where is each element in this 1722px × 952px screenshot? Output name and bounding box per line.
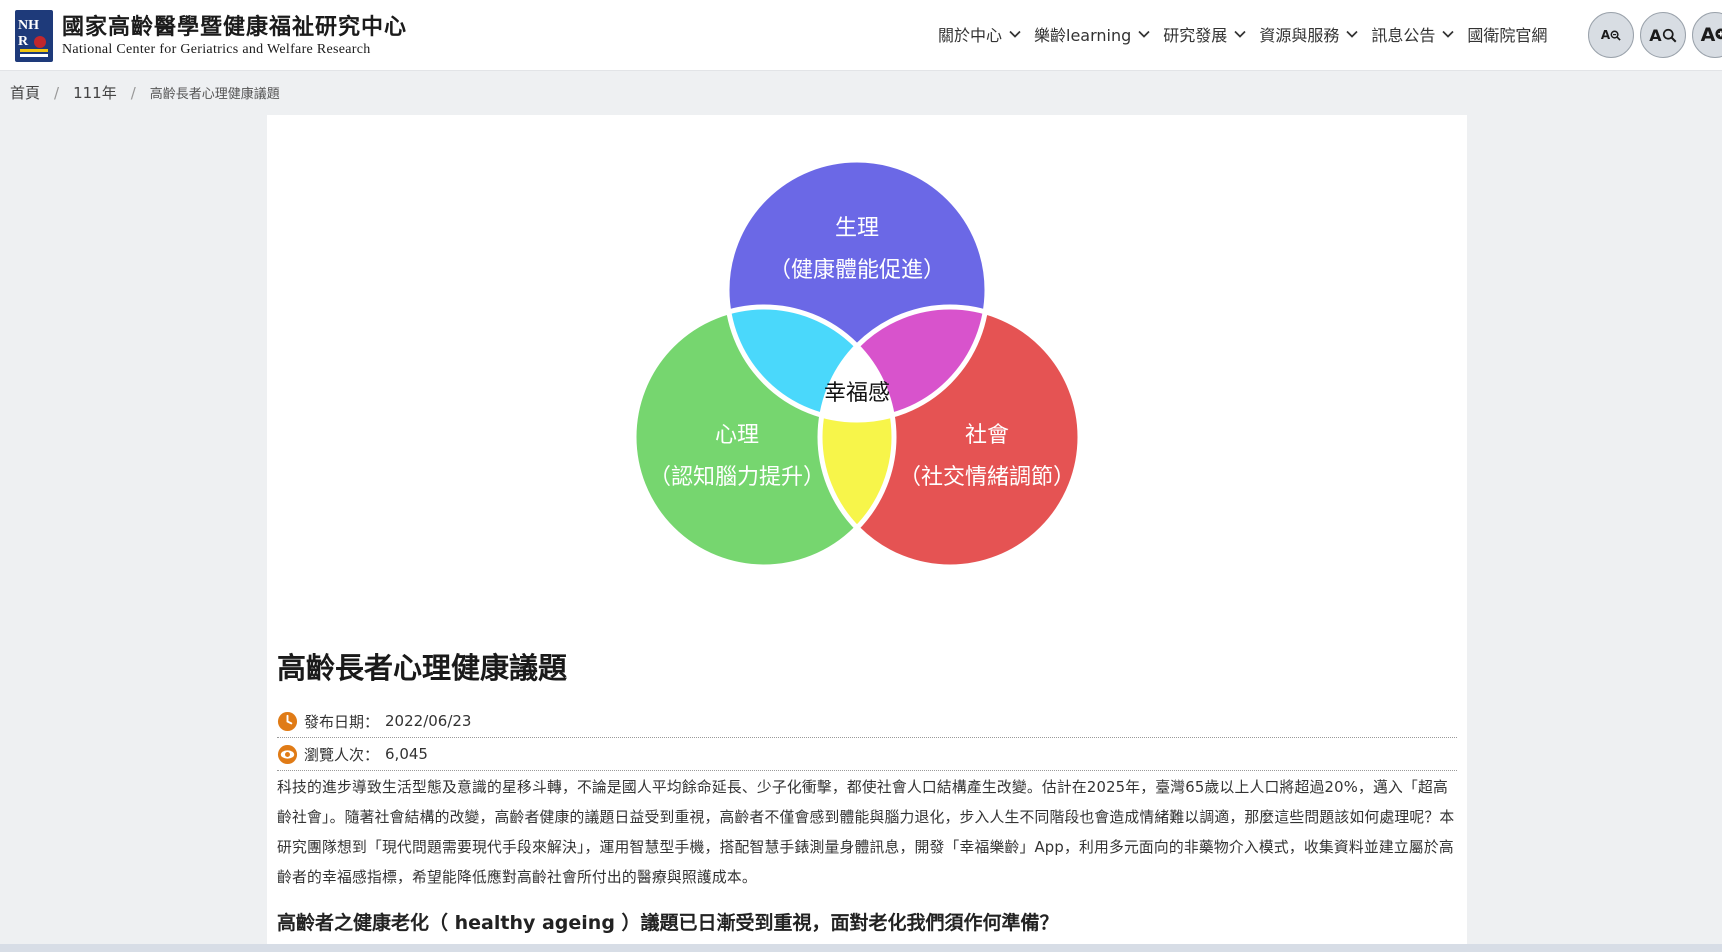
venn-label-mental: 心理 — [715, 423, 759, 448]
article-card: 生理 （健康體能促進） 心理 （認知腦力提升） 社會 （社交情緒調節） 幸福感 … — [267, 115, 1467, 952]
logo-title-cn: 國家高齡醫學暨健康福祉研究中心 — [62, 13, 408, 40]
chevron-down-icon — [1346, 30, 1358, 38]
svg-text:R: R — [18, 34, 29, 49]
breadcrumb-year[interactable]: 111年 — [73, 82, 117, 103]
chevron-down-icon — [1138, 30, 1150, 38]
nav-label: 關於中心 — [938, 26, 1003, 45]
venn-label-wellbeing: 幸福感 — [824, 381, 890, 406]
view-count-value: 6,045 — [385, 745, 428, 763]
venn-label-social: 社會 — [965, 423, 1009, 448]
nav-label: 樂齡learning — [1034, 26, 1132, 45]
nav-item-resources[interactable]: 資源與服務 — [1259, 22, 1359, 46]
venn-diagram: 生理 （健康體能促進） 心理 （認知腦力提升） 社會 （社交情緒調節） 幸福感 — [631, 157, 1083, 570]
view-count-label: 瀏覽人次： — [304, 745, 380, 764]
nav-label: 研究發展 — [1163, 26, 1228, 45]
nav-label: 訊息公告 — [1371, 26, 1436, 45]
nav-item-about[interactable]: 關於中心 — [938, 22, 1022, 46]
search-icon — [1662, 28, 1677, 42]
site-header: NH R 國家高齡醫學暨健康福祉研究中心 National Center for… — [0, 0, 1722, 71]
font-btn-label: A — [1600, 28, 1611, 42]
venn-sublabel-physical: （健康體能促進） — [769, 258, 945, 283]
font-btn-label: A — [1700, 24, 1716, 46]
zoom-in-icon — [1715, 28, 1722, 40]
publish-date-row: 發布日期： 2022/06/23 — [277, 705, 1457, 738]
font-size-small-button[interactable]: A — [1588, 12, 1634, 58]
venn-sublabel-mental: （認知腦力提升） — [649, 465, 825, 490]
chevron-down-icon — [1442, 30, 1454, 38]
nav-item-nhri[interactable]: 國衛院官網 — [1467, 22, 1547, 46]
publish-date-label: 發布日期： — [304, 712, 380, 731]
breadcrumb-separator: / — [130, 83, 136, 102]
breadcrumb: 首頁 / 111年 / 高齡長者心理健康議題 — [10, 82, 280, 103]
svg-text:NH: NH — [18, 18, 39, 33]
nav-label: 國衛院官網 — [1467, 26, 1548, 45]
nav-item-research[interactable]: 研究發展 — [1163, 22, 1247, 46]
clock-icon — [277, 711, 298, 731]
font-size-large-button[interactable]: A — [1692, 12, 1722, 58]
nav-label: 資源與服務 — [1259, 26, 1340, 45]
nav-item-news[interactable]: 訊息公告 — [1371, 22, 1455, 46]
page-title: 高齡長者心理健康議題 — [277, 651, 568, 685]
venn-label-physical: 生理 — [835, 216, 879, 241]
main-nav: 關於中心 樂齡learning 研究發展 資源與服務 訊息公告 國衛院官網 — [938, 22, 1559, 46]
font-btn-label: A — [1649, 25, 1662, 45]
venn-sublabel-social: （社交情緒調節） — [899, 465, 1075, 490]
article-subheading: 高齡者之健康老化（ healthy ageing ）議題已日漸受到重視，面對老化… — [277, 912, 1059, 934]
publish-date-value: 2022/06/23 — [385, 712, 472, 730]
logo-title-en: National Center for Geriatrics and Welfa… — [62, 41, 371, 57]
chevron-down-icon — [1009, 30, 1021, 38]
breadcrumb-current: 高齡長者心理健康議題 — [149, 87, 280, 102]
font-size-medium-button[interactable]: A — [1640, 12, 1686, 58]
bottom-scroll-strip — [0, 944, 1722, 952]
eye-icon — [277, 744, 298, 764]
article-paragraph: 科技的進步導致生活型態及意識的星移斗轉，不論是國人平均餘命延長、少子化衝擊，都使… — [277, 779, 1455, 886]
font-size-controls: A A A — [1588, 12, 1722, 58]
zoom-out-icon — [1610, 30, 1621, 41]
view-count-row: 瀏覽人次： 6,045 — [277, 738, 1457, 771]
site-logo[interactable]: NH R 國家高齡醫學暨健康福祉研究中心 National Center for… — [14, 9, 407, 63]
chevron-down-icon — [1234, 30, 1246, 38]
nav-item-learning[interactable]: 樂齡learning — [1034, 22, 1151, 46]
breadcrumb-home[interactable]: 首頁 — [10, 82, 40, 103]
breadcrumb-separator: / — [54, 83, 60, 102]
logo-emblem-icon: NH R — [14, 9, 54, 63]
